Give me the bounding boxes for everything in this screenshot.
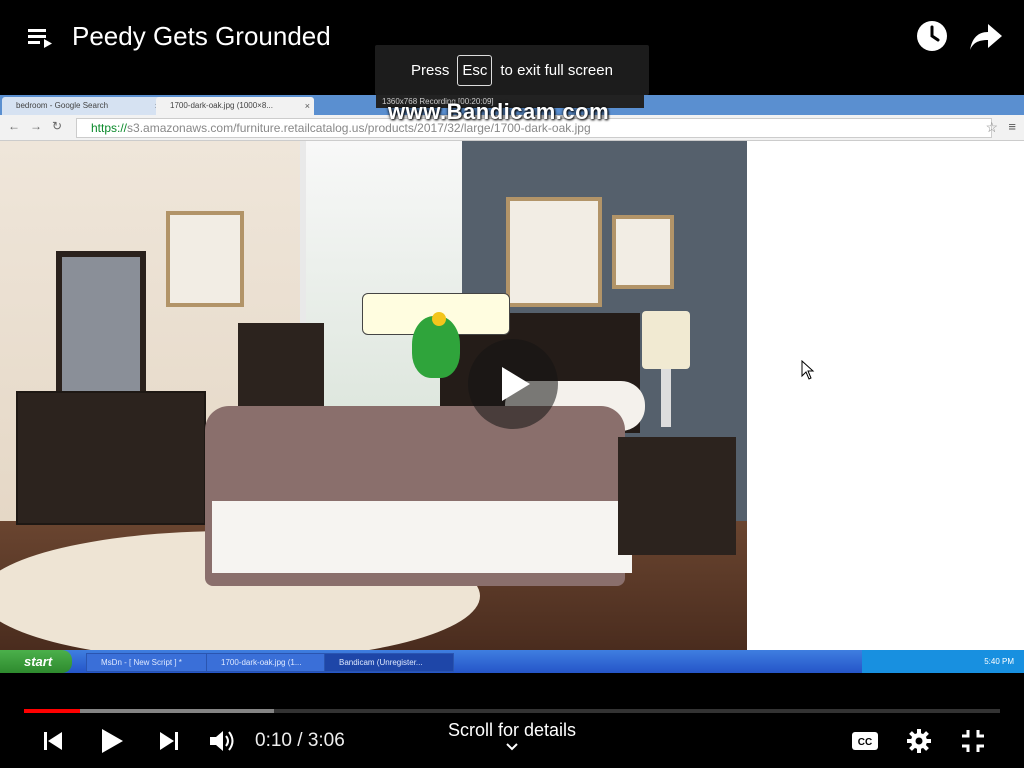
played-bar bbox=[24, 709, 80, 713]
browser-tab[interactable]: bedroom - Google Search × bbox=[2, 97, 164, 115]
video-frame[interactable]: bedroom - Google Search × 1700-dark-oak.… bbox=[0, 95, 1024, 673]
tab-label: 1700-dark-oak.jpg (1000×8... bbox=[170, 101, 273, 110]
toast-pre: Press bbox=[411, 61, 450, 79]
start-button[interactable]: start bbox=[0, 650, 72, 673]
esc-key-label: Esc bbox=[457, 54, 493, 86]
browser-tab-active[interactable]: 1700-dark-oak.jpg (1000×8... × bbox=[156, 97, 314, 115]
tab-label: bedroom - Google Search bbox=[16, 101, 109, 110]
playlist-menu-icon[interactable] bbox=[26, 24, 54, 52]
video-title[interactable]: Peedy Gets Grounded bbox=[72, 18, 331, 54]
url-scheme: https:// bbox=[91, 121, 128, 135]
scroll-for-details[interactable]: Scroll for details bbox=[404, 720, 620, 753]
back-icon[interactable]: ← bbox=[8, 119, 20, 133]
time-display: 0:10 / 3:06 bbox=[255, 730, 345, 751]
exit-fullscreen-button[interactable] bbox=[960, 728, 986, 759]
bandicam-watermark: www.Bandicam.com bbox=[388, 99, 610, 124]
xp-taskbar: start MsDn - [ New Script ] * 1700-dark-… bbox=[0, 650, 1024, 673]
taskbar-item[interactable]: Bandicam (Unregister... bbox=[324, 653, 454, 672]
fullscreen-toast: Press Esc to exit full screen bbox=[375, 45, 649, 95]
bedroom-image bbox=[0, 141, 747, 650]
reload-icon[interactable]: ↻ bbox=[52, 119, 62, 133]
toast-post: to exit full screen bbox=[500, 61, 613, 79]
chevron-down-icon bbox=[506, 743, 518, 751]
next-button[interactable] bbox=[156, 728, 182, 759]
scroll-hint-label: Scroll for details bbox=[447, 720, 577, 740]
forward-icon[interactable]: → bbox=[30, 119, 42, 133]
volume-button[interactable] bbox=[208, 728, 236, 759]
center-play-button[interactable] bbox=[468, 339, 558, 429]
play-icon bbox=[502, 367, 530, 401]
mouse-cursor-icon bbox=[801, 360, 815, 380]
taskbar-item[interactable]: 1700-dark-oak.jpg (1... bbox=[206, 653, 332, 672]
peedy-parrot bbox=[412, 312, 460, 378]
seek-bar[interactable] bbox=[24, 709, 1000, 713]
settings-gear-icon bbox=[907, 729, 931, 753]
close-icon[interactable]: × bbox=[305, 97, 310, 115]
system-tray-clock: 5:40 PM bbox=[862, 650, 1024, 673]
previous-icon bbox=[44, 732, 62, 750]
settings-button[interactable] bbox=[905, 727, 933, 760]
svg-text:CC: CC bbox=[858, 737, 872, 748]
volume-icon bbox=[210, 731, 234, 751]
browser-menu-icon[interactable]: ≡ bbox=[1008, 119, 1016, 134]
previous-button[interactable] bbox=[40, 728, 66, 759]
captions-icon: CC bbox=[852, 732, 878, 750]
watch-later-clock-icon[interactable] bbox=[914, 18, 950, 54]
play-button[interactable] bbox=[98, 726, 126, 761]
bookmark-star-icon[interactable]: ☆ bbox=[985, 119, 998, 136]
share-arrow-icon[interactable] bbox=[968, 20, 1004, 52]
taskbar-item[interactable]: MsDn - [ New Script ] * bbox=[86, 653, 214, 672]
exit-fullscreen-icon bbox=[962, 730, 984, 752]
next-icon bbox=[160, 732, 178, 750]
captions-button[interactable]: CC bbox=[850, 728, 880, 759]
play-icon bbox=[102, 729, 123, 753]
